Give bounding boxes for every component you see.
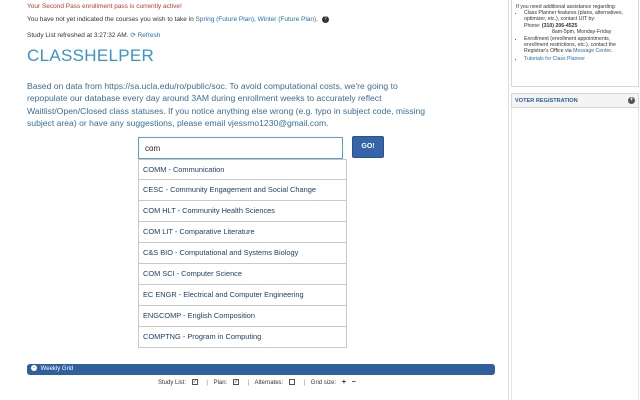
autocomplete-item[interactable]: EC ENGR - Electrical and Computer Engine… [138,285,347,306]
assistance-item-suffix: . [610,48,613,55]
plan-label: Plan: [213,380,228,386]
alternates-label: Alternates: [254,380,284,386]
plan-suffix: . [316,16,319,24]
autocomplete-item[interactable]: COM HLT - Community Health Sciences [138,201,347,222]
help-icon[interactable]: ? [321,16,329,23]
message-center-link[interactable]: Message Center [573,48,611,54]
spring-plan-link[interactable]: Spring (Future Plan) [196,16,255,23]
voter-registration-header[interactable]: VOTER REGISTRATION + [511,93,639,108]
autocomplete-item[interactable]: C&S BIO - Computational and Systems Biol… [138,243,347,264]
divider: | [303,380,306,386]
minus-circle-icon: − [31,365,37,372]
voter-registration-panel [511,108,639,400]
autocomplete-item[interactable]: ENGCOMP - English Composition [138,306,347,327]
weekly-grid-toggle[interactable]: − Weekly Grid [27,364,495,375]
assistance-item-text: Class Planner features (plans, alternati… [524,10,623,23]
grid-size-decrease-button[interactable]: − [352,379,356,386]
study-list-label: Study List: [158,380,187,386]
autocomplete-item[interactable]: COM LIT - Comparative Literature [138,222,347,243]
plus-circle-icon[interactable]: + [628,97,635,104]
alternates-checkbox[interactable] [288,379,295,386]
divider: | [206,380,208,386]
second-pass-notice: Your Second Pass enrollment pass is curr… [27,3,182,10]
autocomplete-item[interactable]: COM SCI - Computer Science [138,264,347,285]
refresh-link[interactable]: Refresh [138,32,161,39]
autocomplete-item[interactable]: COMPTNG - Program in Computing [138,327,347,348]
phone-number: (310) 206-4525 [541,22,578,29]
page-title: CLASSHELPER [27,46,155,65]
description-text: Based on data from https://sa.ucla.edu/r… [27,81,426,128]
weekly-grid-label: Weekly Grid [40,366,74,372]
study-list-checkbox[interactable]: ✓ [191,379,198,386]
grid-size-increase-button[interactable]: + [342,379,346,386]
tutorials-link[interactable]: Tutorials for Class Planner [524,56,585,62]
assistance-box: If you need additional assistance regard… [511,0,639,87]
refresh-status-text: Study List refreshed at 3:27:32 AM. [27,32,129,39]
refresh-icon[interactable]: ⟳ [130,32,135,39]
assistance-item: Class Planner features (plans, alternati… [524,10,634,35]
assistance-item: Enrollment (enrollment appointments, enr… [524,36,634,55]
refresh-line: Study List refreshed at 3:27:32 AM. ⟳ Re… [27,31,160,39]
winter-plan-link[interactable]: Winter (Future Plan) [258,16,317,23]
plan-checkbox[interactable]: ✓ [232,379,239,386]
autocomplete-item[interactable]: CESC - Community Engagement and Social C… [138,180,347,201]
assistance-item: Tutorials for Class Planner [524,56,634,62]
sidebar: If you need additional assistance regard… [508,0,640,400]
subject-search-input[interactable] [138,137,343,159]
grid-options: Study List: ✓ | Plan: ✓ | Alternates: | … [158,379,360,386]
autocomplete-list: COMM - Communication CESC - Community En… [138,159,347,348]
plan-notice-text: You have not yet indicated the courses y… [27,16,194,24]
go-button[interactable]: GO! [352,136,384,158]
grid-size-label: Grid size: [310,380,337,386]
phone-label: Phone: [524,22,541,29]
main-content: Your Second Pass enrollment pass is curr… [0,0,505,400]
autocomplete-item[interactable]: COMM - Communication [138,159,347,180]
divider: | [247,380,250,386]
voter-registration-label: VOTER REGISTRATION [515,98,578,104]
plan-notice: You have not yet indicated the courses y… [27,16,329,23]
plan-separator: , [254,16,256,24]
support-hours: 8am-5pm, Monday-Friday [552,28,612,35]
